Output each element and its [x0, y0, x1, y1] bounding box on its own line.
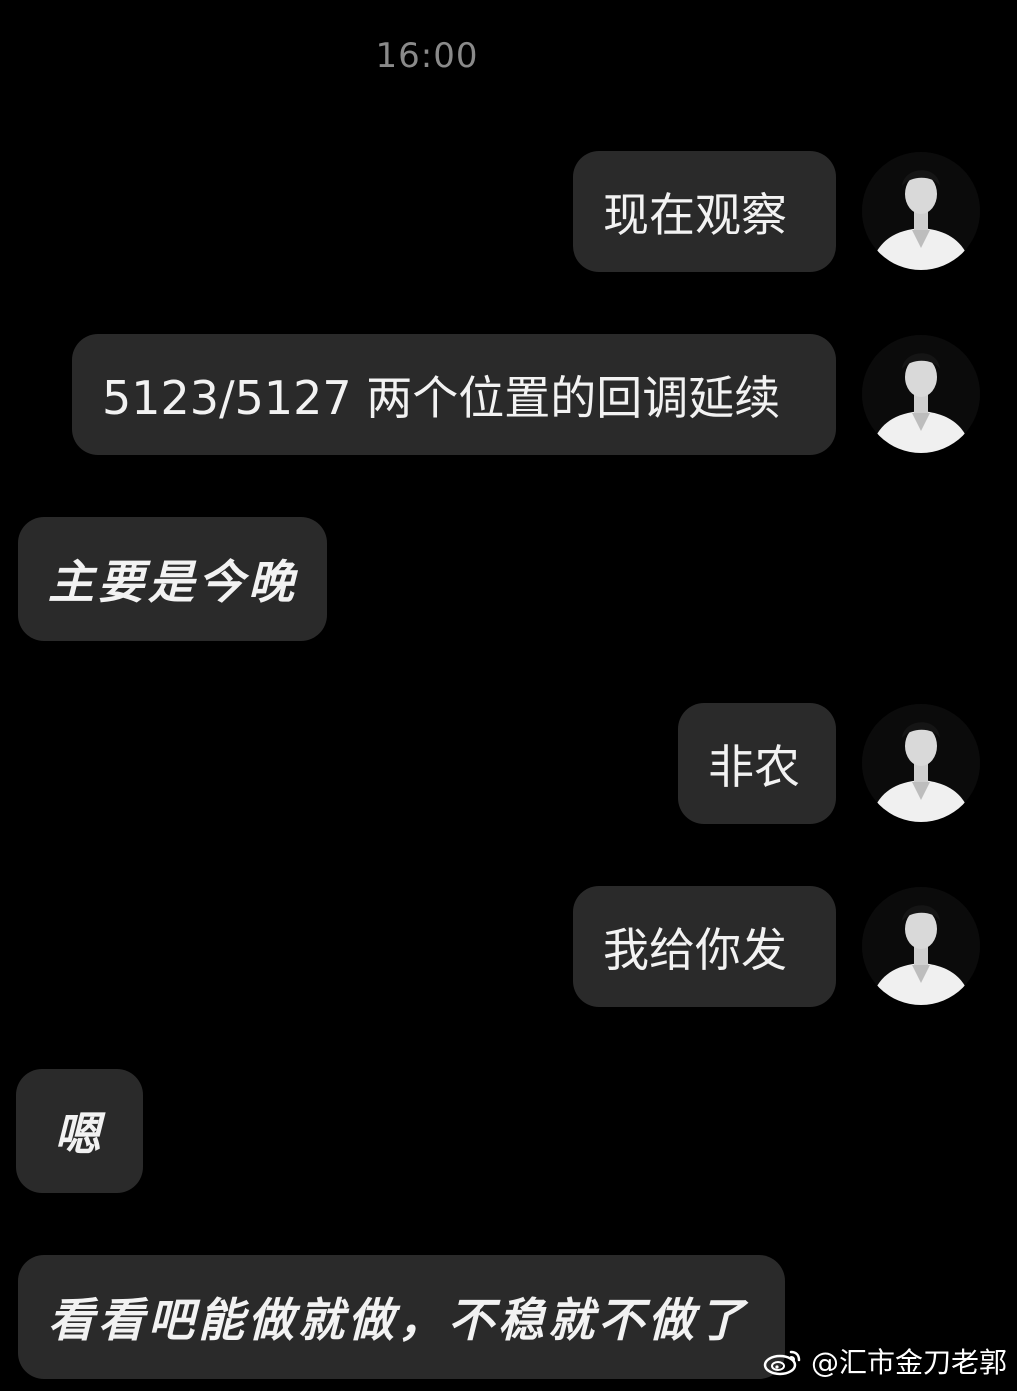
watermark-text: @汇市金刀老郭: [810, 1346, 1007, 1379]
message-text: 我给你发: [603, 922, 787, 977]
message-text: 5123/5127 两个位置的回调延续: [102, 370, 781, 425]
avatar-portrait-icon: [862, 887, 980, 1005]
watermark: @汇市金刀老郭: [763, 1341, 1007, 1381]
avatar-portrait-icon: [862, 152, 980, 270]
user-avatar[interactable]: [862, 335, 980, 453]
message-timestamp: 16:00: [375, 36, 479, 76]
weibo-icon: [763, 1350, 801, 1376]
message-bubble-outgoing[interactable]: 5123/5127 两个位置的回调延续: [72, 334, 836, 455]
avatar-portrait-icon: [862, 335, 980, 453]
user-avatar[interactable]: [862, 704, 980, 822]
message-bubble-outgoing[interactable]: 非农: [678, 703, 836, 824]
message-bubble-outgoing[interactable]: 我给你发: [573, 886, 836, 1007]
message-bubble-outgoing[interactable]: 现在观察: [573, 151, 836, 272]
message-bubble-incoming[interactable]: 嗯: [16, 1069, 143, 1193]
user-avatar[interactable]: [862, 152, 980, 270]
message-text: 嗯: [54, 1107, 105, 1161]
message-text: 主要是今晚: [48, 555, 298, 609]
message-text: 现在观察: [603, 187, 787, 242]
message-bubble-incoming[interactable]: 看看吧能做就做，不稳就不做了: [18, 1255, 785, 1379]
user-avatar[interactable]: [862, 887, 980, 1005]
message-text: 看看吧能做就做，不稳就不做了: [48, 1293, 748, 1347]
message-text: 非农: [708, 739, 800, 794]
avatar-portrait-icon: [862, 704, 980, 822]
message-bubble-incoming[interactable]: 主要是今晚: [18, 517, 327, 641]
